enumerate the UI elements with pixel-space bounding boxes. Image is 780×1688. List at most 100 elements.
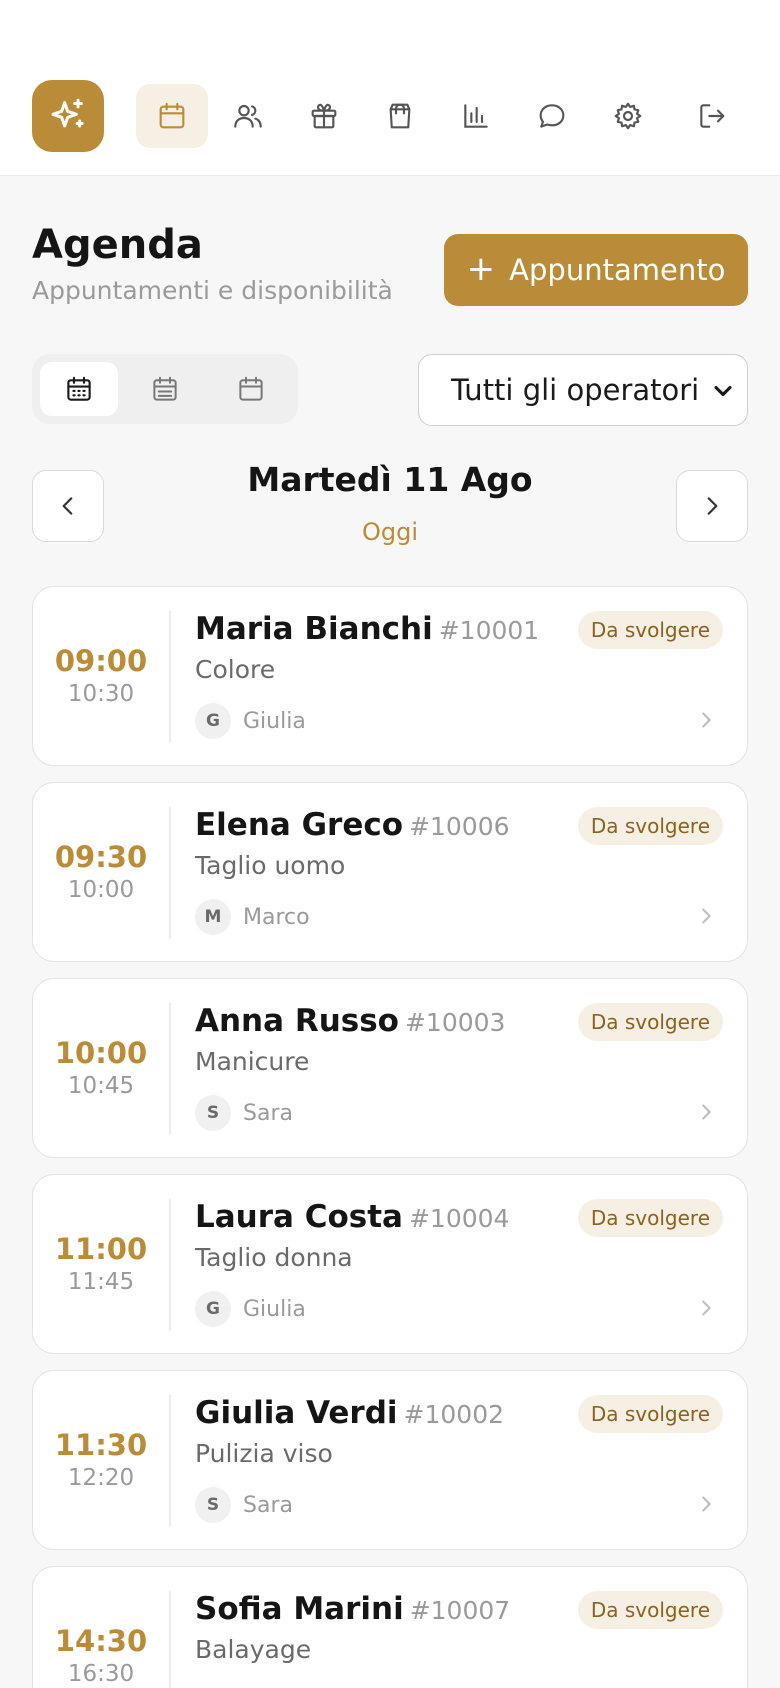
appointment-card[interactable]: 11:30 12:20 Giulia Verdi #10002 Pulizia v…	[32, 1370, 748, 1550]
status-badge: Da svolgere	[577, 1395, 723, 1433]
view-day-button[interactable]	[40, 362, 118, 416]
nav-messages[interactable]	[516, 84, 588, 148]
shopping-bag-icon	[389, 103, 411, 129]
chevron-down-icon	[714, 385, 732, 397]
add-appointment-label: Appuntamento	[509, 253, 726, 287]
client-name: Laura Costa	[195, 1199, 403, 1235]
operator-name: Giulia	[243, 708, 306, 734]
sparkles-icon	[51, 98, 84, 128]
plus-icon: +	[466, 248, 496, 289]
view-switch	[32, 354, 298, 424]
nav-clients[interactable]	[212, 84, 284, 148]
start-time: 14:30	[54, 1624, 148, 1658]
appointment-times: 09:00 10:30	[33, 587, 169, 765]
status-badge: Da svolgere	[577, 1199, 723, 1237]
operator-info: M Marco	[195, 899, 310, 935]
top-nav-bar	[0, 0, 780, 176]
operator-info: G Giulia	[195, 703, 306, 739]
client-name: Sofia Marini	[195, 1591, 404, 1627]
appointment-times: 11:30 12:20	[33, 1371, 169, 1549]
chevron-right-icon	[702, 1300, 711, 1316]
appointment-times: 11:00 11:45	[33, 1175, 169, 1353]
users-icon	[234, 104, 262, 128]
appointment-times: 09:30 10:00	[33, 783, 169, 961]
operator-avatar: S	[195, 1487, 231, 1523]
end-time: 16:30	[67, 1661, 135, 1687]
next-day-button[interactable]	[676, 470, 748, 542]
operator-select-value: Tutti gli operatori	[451, 373, 700, 407]
nav-logout[interactable]	[676, 84, 748, 148]
today-link[interactable]: Oggi	[0, 518, 780, 546]
client-name: Maria Bianchi	[195, 611, 433, 647]
logout-icon	[700, 104, 725, 128]
appointment-times: 14:30 16:30	[33, 1567, 169, 1688]
operator-name: Sara	[243, 1492, 293, 1518]
end-time: 12:20	[67, 1465, 135, 1491]
divider	[169, 1003, 171, 1135]
start-time: 10:00	[54, 1036, 148, 1070]
chevron-right-icon	[702, 908, 711, 924]
page-subtitle: Appuntamenti e disponibilità	[32, 276, 393, 305]
appointment-card[interactable]: 09:00 10:30 Maria Bianchi #10001 Colore G…	[32, 586, 748, 766]
operator-name: Sara	[243, 1100, 293, 1126]
chevron-right-icon	[707, 497, 718, 515]
client-code: #10007	[409, 1596, 511, 1625]
end-time: 10:00	[67, 877, 135, 903]
view-month-button[interactable]	[212, 362, 290, 416]
service-name: Balayage	[195, 1635, 312, 1664]
add-appointment-button[interactable]: + Appuntamento	[444, 234, 748, 306]
settings-icon	[614, 102, 642, 130]
operator-name: Giulia	[243, 1296, 306, 1322]
gift-icon	[311, 103, 337, 129]
client-code: #10002	[403, 1400, 505, 1429]
nav-gift[interactable]	[288, 84, 360, 148]
start-time: 09:00	[54, 644, 148, 678]
nav-settings[interactable]	[592, 84, 664, 148]
start-time: 11:30	[54, 1428, 148, 1462]
service-name: Taglio uomo	[195, 851, 346, 880]
operator-avatar: G	[195, 703, 231, 739]
operator-info: G Giulia	[195, 1291, 306, 1327]
operator-info: S Sara	[195, 1487, 293, 1523]
nav-shop[interactable]	[364, 84, 436, 148]
calendar-week-icon	[153, 376, 177, 401]
end-time: 10:30	[67, 681, 135, 707]
divider	[169, 1395, 171, 1527]
chevron-right-icon	[702, 1104, 711, 1120]
divider	[169, 1199, 171, 1331]
divider	[169, 1591, 171, 1688]
appointment-card[interactable]: 09:30 10:00 Elena Greco #10006 Taglio uom…	[32, 782, 748, 962]
current-date: Martedì 11 Ago	[247, 460, 533, 499]
operator-avatar: G	[195, 1291, 231, 1327]
view-week-button[interactable]	[126, 362, 204, 416]
end-time: 10:45	[67, 1073, 135, 1099]
appointment-times: 10:00 10:45	[33, 979, 169, 1157]
status-badge: Da svolgere	[577, 611, 723, 649]
app-logo[interactable]	[32, 80, 104, 152]
client-code: #10006	[409, 812, 510, 841]
operator-select[interactable]: Tutti gli operatori	[418, 354, 748, 426]
calendar-icon	[159, 102, 185, 129]
start-time: 09:30	[54, 840, 148, 874]
calendar-day-icon	[67, 376, 91, 401]
chevron-right-icon	[702, 712, 711, 728]
end-time: 11:45	[67, 1269, 135, 1295]
status-badge: Da svolgere	[577, 1591, 723, 1629]
chevron-right-icon	[702, 1496, 711, 1512]
appointment-card[interactable]: 10:00 10:45 Anna Russo #10003 Manicure S …	[32, 978, 748, 1158]
nav-stats[interactable]	[440, 84, 512, 148]
service-name: Taglio donna	[195, 1243, 353, 1272]
page-title: Agenda	[32, 222, 203, 268]
nav-agenda[interactable]	[136, 84, 208, 148]
bar-chart-icon	[464, 104, 488, 128]
appointment-card[interactable]: 14:30 16:30 Sofia Marini #10007 Balayage …	[32, 1566, 748, 1688]
operator-name: Marco	[243, 904, 310, 930]
divider	[169, 611, 171, 743]
appointment-card[interactable]: 11:00 11:45 Laura Costa #10004 Taglio don…	[32, 1174, 748, 1354]
client-name: Elena Greco	[195, 807, 404, 843]
status-badge: Da svolgere	[577, 807, 723, 845]
divider	[169, 807, 171, 939]
status-badge: Da svolgere	[577, 1003, 723, 1041]
operator-avatar: S	[195, 1095, 231, 1131]
service-name: Colore	[195, 655, 276, 684]
